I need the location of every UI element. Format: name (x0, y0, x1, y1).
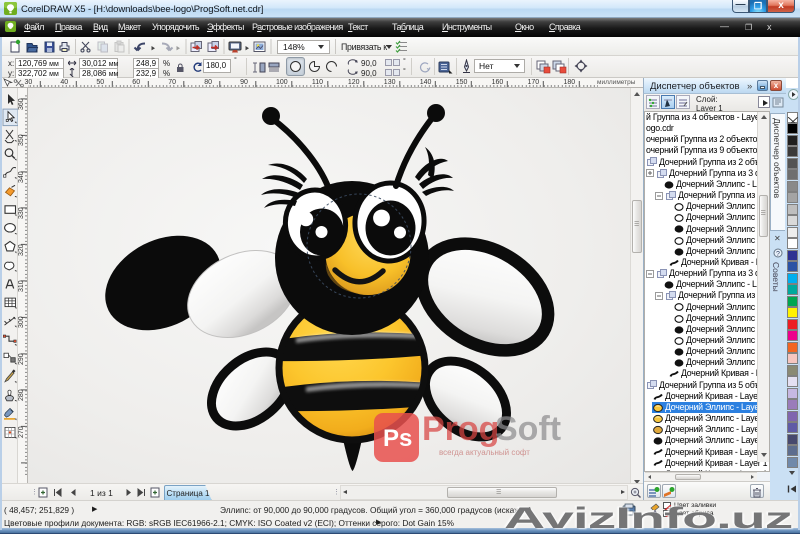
svg-text:?: ? (776, 251, 780, 258)
svg-text:Ps: Ps (383, 425, 412, 452)
svg-text:Soft: Soft (495, 410, 561, 448)
svg-text:Prog: Prog (422, 410, 499, 448)
svg-text:всегда актуальный софт: всегда актуальный софт (439, 448, 530, 457)
